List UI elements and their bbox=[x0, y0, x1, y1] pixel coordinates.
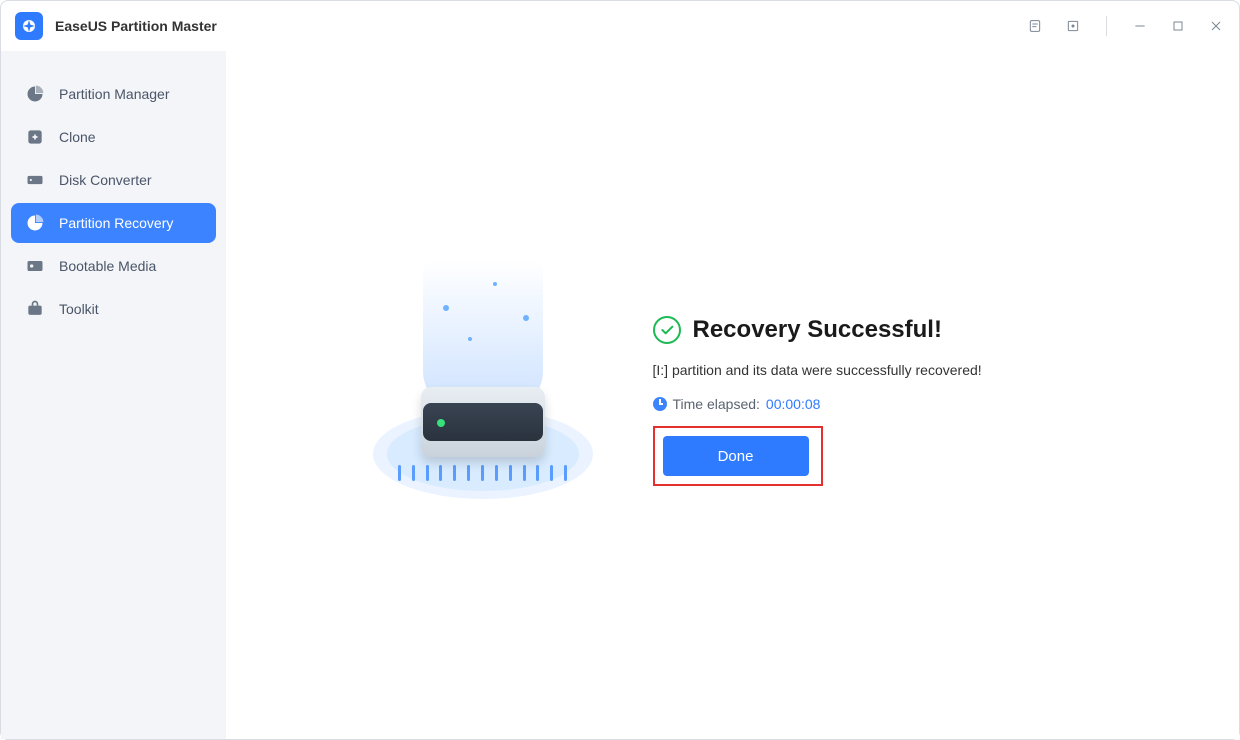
app-title: EaseUS Partition Master bbox=[55, 18, 217, 34]
sidebar-item-clone[interactable]: Clone bbox=[11, 117, 216, 157]
toolkit-icon bbox=[25, 299, 45, 319]
sidebar-item-label: Bootable Media bbox=[59, 258, 156, 274]
recovery-icon bbox=[25, 213, 45, 233]
sidebar: Partition Manager Clone Disk Converter P… bbox=[1, 51, 226, 739]
main-content: Recovery Successful! [I:] partition and … bbox=[226, 51, 1239, 739]
popout-icon[interactable] bbox=[1064, 17, 1082, 35]
done-button[interactable]: Done bbox=[663, 436, 809, 476]
sidebar-item-label: Toolkit bbox=[59, 301, 99, 317]
maximize-button[interactable] bbox=[1169, 17, 1187, 35]
sidebar-item-disk-converter[interactable]: Disk Converter bbox=[11, 160, 216, 200]
minimize-button[interactable] bbox=[1131, 17, 1149, 35]
sidebar-item-label: Partition Recovery bbox=[59, 215, 173, 231]
sidebar-item-toolkit[interactable]: Toolkit bbox=[11, 289, 216, 329]
sidebar-item-label: Clone bbox=[59, 129, 96, 145]
time-label: Time elapsed: bbox=[673, 396, 760, 412]
sidebar-item-partition-manager[interactable]: Partition Manager bbox=[11, 74, 216, 114]
notes-icon[interactable] bbox=[1026, 17, 1044, 35]
sidebar-item-label: Partition Manager bbox=[59, 86, 170, 102]
pie-chart-icon bbox=[25, 84, 45, 104]
time-elapsed: Time elapsed: 00:00:08 bbox=[653, 396, 1093, 412]
bootable-icon bbox=[25, 256, 45, 276]
result-subtext: [I:] partition and its data were success… bbox=[653, 362, 1093, 378]
app-logo-icon bbox=[15, 12, 43, 40]
separator bbox=[1106, 16, 1107, 36]
clock-icon bbox=[653, 397, 667, 411]
window-controls bbox=[1026, 16, 1225, 36]
result-heading: Recovery Successful! bbox=[653, 316, 1093, 344]
success-check-icon bbox=[653, 316, 681, 344]
disk-icon bbox=[25, 170, 45, 190]
done-highlight-box: Done bbox=[653, 426, 823, 486]
result-heading-text: Recovery Successful! bbox=[693, 316, 942, 344]
sidebar-item-bootable-media[interactable]: Bootable Media bbox=[11, 246, 216, 286]
disk-illustration bbox=[373, 291, 593, 511]
clone-icon bbox=[25, 127, 45, 147]
sidebar-item-label: Disk Converter bbox=[59, 172, 152, 188]
title-bar: EaseUS Partition Master bbox=[1, 1, 1239, 51]
sidebar-item-partition-recovery[interactable]: Partition Recovery bbox=[11, 203, 216, 243]
time-value: 00:00:08 bbox=[766, 396, 821, 412]
close-button[interactable] bbox=[1207, 17, 1225, 35]
recovery-result: Recovery Successful! [I:] partition and … bbox=[373, 291, 1093, 511]
